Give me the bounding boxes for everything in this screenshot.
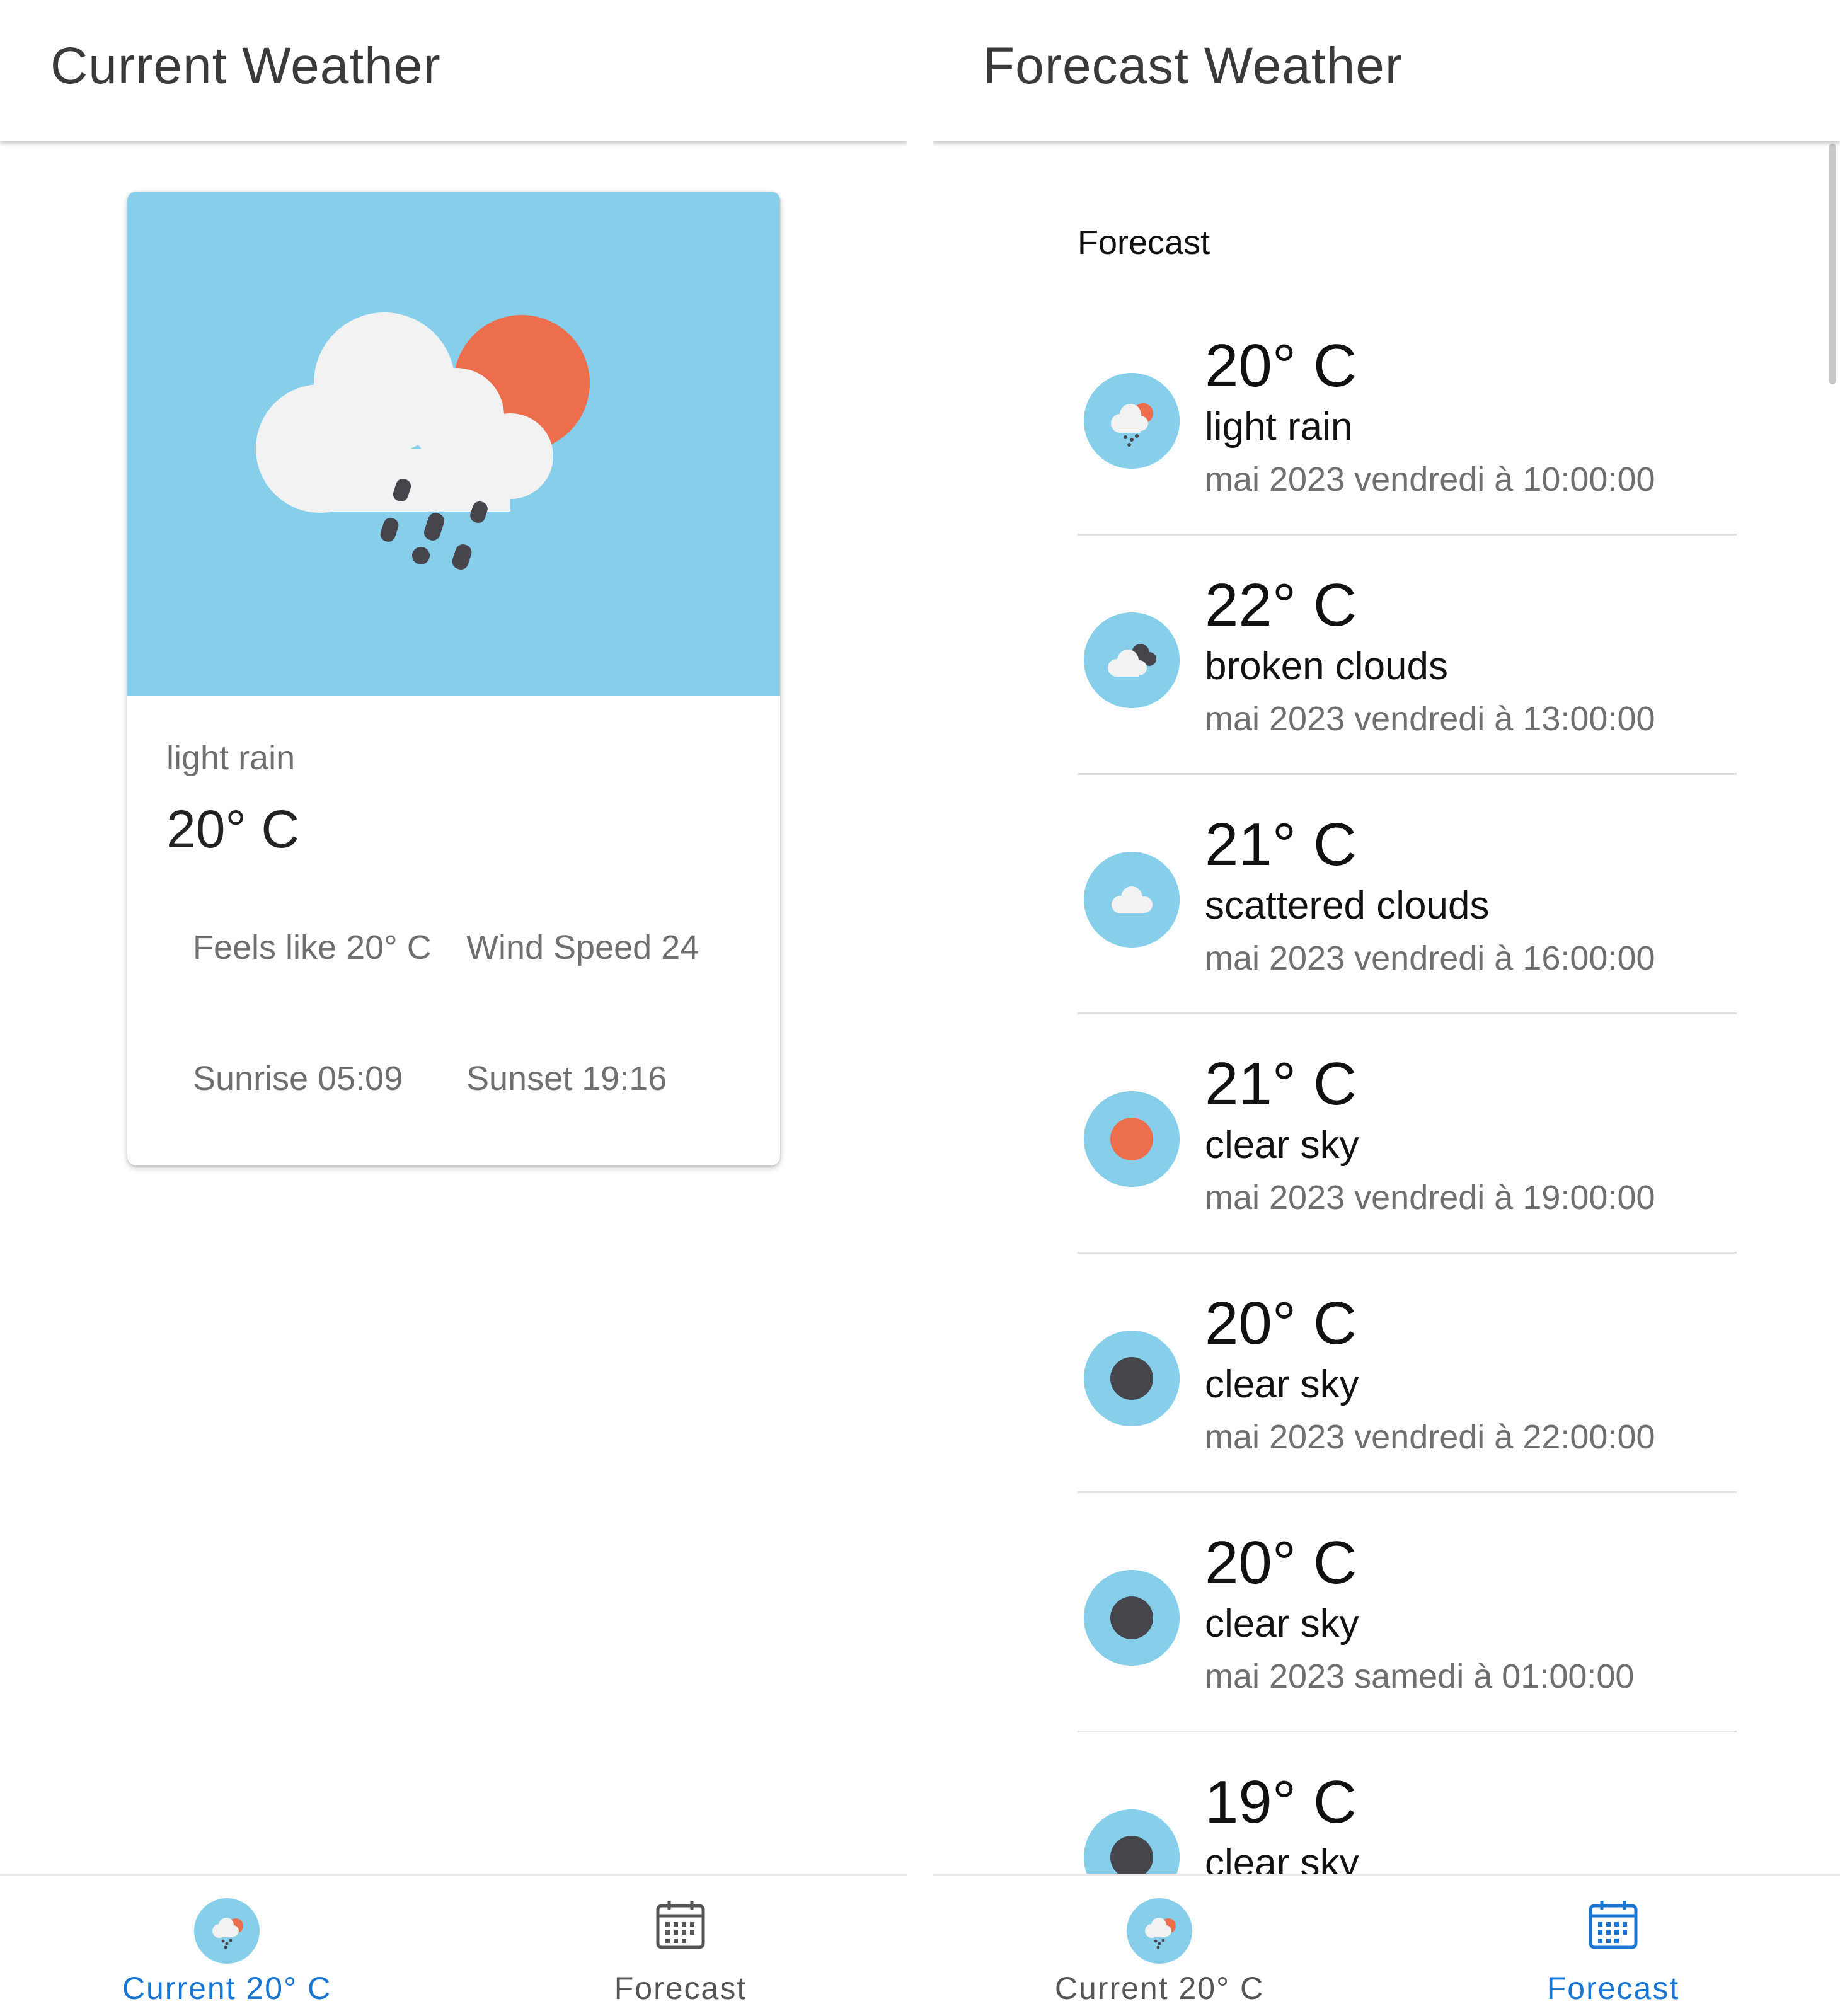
forecast-description: scattered clouds	[1205, 884, 1490, 927]
weather-image	[127, 192, 780, 696]
forecast-temperature: 21° C	[1205, 811, 1357, 878]
calendar-icon	[656, 1901, 705, 1949]
tab-current-label: Current 20° C	[1054, 1971, 1265, 2006]
forecast-list-item[interactable]: 19° C clear sky	[1078, 1732, 1737, 1875]
weather-description: light rain	[166, 739, 296, 777]
calendar-icon	[1589, 1901, 1638, 1949]
clear-sky-night-icon	[1084, 1809, 1180, 1875]
forecast-temperature: 20° C	[1205, 332, 1357, 399]
weather-avatar	[1084, 1809, 1180, 1875]
forecast-list-item[interactable]: 20° C clear sky mai 2023 vendredi à 22:0…	[1078, 1254, 1737, 1493]
tab-current-label: Current 20° C	[122, 1971, 332, 2006]
forecast-list-item[interactable]: 20° C clear sky mai 2023 samedi à 01:00:…	[1078, 1493, 1737, 1732]
forecast-list-item[interactable]: 21° C clear sky mai 2023 vendredi à 19:0…	[1078, 1014, 1737, 1254]
current-weather-screen: Current Weather light rain 20° C Feels l…	[0, 0, 907, 2016]
light-rain-icon	[256, 312, 590, 570]
forecast-description: clear sky	[1205, 1841, 1359, 1875]
page-title: Forecast Weather	[983, 37, 1403, 94]
forecast-heading: Forecast	[1078, 224, 1210, 261]
forecast-datetime: mai 2023 vendredi à 22:00:00	[1205, 1418, 1655, 1456]
sunrise: Sunrise 05:09	[193, 1060, 403, 1097]
forecast-datetime: mai 2023 vendredi à 10:00:00	[1205, 461, 1655, 498]
forecast-temperature: 20° C	[1205, 1290, 1357, 1357]
clear-sky-day-icon	[1084, 1091, 1180, 1187]
page-title: Current Weather	[50, 37, 441, 94]
app-header: Forecast Weather	[933, 0, 1840, 141]
forecast-datetime: mai 2023 vendredi à 16:00:00	[1205, 939, 1655, 977]
forecast-list-item[interactable]: 20° C light rain mai 2023 vendredi à 10:…	[1078, 296, 1737, 536]
light-rain-icon	[1084, 373, 1180, 469]
forecast-description: broken clouds	[1205, 644, 1449, 688]
forecast-weather-screen: Forecast Weather Forecast 20° C light ra…	[933, 0, 1840, 2016]
bottom-navigation: Current 20° C Forecast	[0, 1874, 907, 2016]
bottom-navigation: Current 20° C Forecast	[933, 1874, 1840, 2016]
weather-avatar	[1084, 1091, 1180, 1187]
forecast-list-item[interactable]: 21° C scattered clouds mai 2023 vendredi…	[1078, 775, 1737, 1014]
forecast-description: clear sky	[1205, 1363, 1359, 1406]
temperature: 20° C	[166, 799, 300, 859]
light-rain-icon	[1127, 1898, 1192, 1964]
forecast-temperature: 19° C	[1205, 1768, 1357, 1836]
forecast-datetime: mai 2023 vendredi à 19:00:00	[1205, 1179, 1655, 1217]
clear-sky-night-icon	[1084, 1331, 1180, 1426]
tab-current[interactable]: Current 20° C	[933, 1876, 1386, 2016]
weather-avatar	[1084, 1570, 1180, 1666]
forecast-description: clear sky	[1205, 1123, 1359, 1167]
current-weather-card: light rain 20° C Feels like 20° C Wind S…	[127, 192, 780, 1166]
tab-forecast-label: Forecast	[614, 1971, 747, 2006]
weather-avatar	[1084, 373, 1180, 469]
forecast-temperature: 21° C	[1205, 1050, 1357, 1118]
clear-sky-night-icon	[1084, 1570, 1180, 1666]
scattered-clouds-icon	[1084, 852, 1180, 948]
forecast-datetime: mai 2023 vendredi à 13:00:00	[1205, 700, 1655, 738]
scrollbar[interactable]	[1829, 144, 1836, 384]
tab-current[interactable]: Current 20° C	[0, 1876, 454, 2016]
feels-like: Feels like 20° C	[193, 929, 432, 966]
app-header: Current Weather	[0, 0, 907, 141]
forecast-datetime: mai 2023 samedi à 01:00:00	[1205, 1658, 1635, 1695]
broken-clouds-icon	[1084, 612, 1180, 708]
weather-avatar	[1084, 1331, 1180, 1426]
weather-avatar	[1084, 612, 1180, 708]
forecast-description: light rain	[1205, 405, 1353, 449]
forecast-description: clear sky	[1205, 1602, 1359, 1646]
forecast-temperature: 20° C	[1205, 1529, 1357, 1596]
tab-forecast[interactable]: Forecast	[454, 1876, 907, 2016]
forecast-list-item[interactable]: 22° C broken clouds mai 2023 vendredi à …	[1078, 536, 1737, 775]
wind-speed: Wind Speed 24	[466, 929, 699, 966]
tab-forecast-label: Forecast	[1546, 1971, 1680, 2006]
forecast-list[interactable]: 20° C light rain mai 2023 vendredi à 10:…	[1078, 296, 1737, 1875]
forecast-temperature: 22° C	[1205, 571, 1357, 639]
sunset: Sunset 19:16	[466, 1060, 667, 1097]
light-rain-icon	[194, 1898, 260, 1964]
tab-forecast[interactable]: Forecast	[1386, 1876, 1840, 2016]
weather-avatar	[1084, 852, 1180, 948]
